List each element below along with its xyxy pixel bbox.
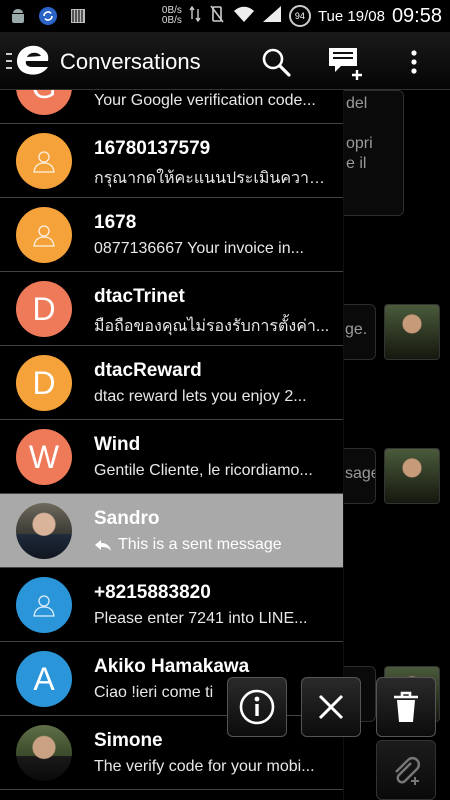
status-bar: 0B/s 0B/s 94 Tue 19/08 09:58 [0,0,450,32]
person-placeholder-icon[interactable] [16,577,72,633]
bg-photo [384,448,440,504]
vibrate-icon [208,4,226,29]
status-date: Tue 19/08 [317,7,385,25]
sync-icon [38,6,58,26]
person-placeholder-icon[interactable] [16,133,72,189]
letter-avatar[interactable]: A [16,651,72,707]
conversation-row[interactable]: 1678 0877136667 Your invoice in... [0,198,343,272]
trash-icon [394,691,418,722]
status-time: 09:58 [391,4,442,27]
contact-photo-avatar[interactable] [16,503,72,559]
conversation-row[interactable]: A Akiko Hamakawa Ciao !ieri come ti [0,642,343,716]
conversation-row[interactable]: W Wind Gentile Cliente, le ricordiamo... [0,420,343,494]
info-button[interactable] [227,677,287,737]
letter-avatar[interactable]: W [16,429,72,485]
battery-indicator: 94 [288,5,311,27]
conversation-snippet: Gentile Cliente, le ricordiamo... [94,462,313,479]
conversation-snippet: dtac reward lets you enjoy 2... [94,388,307,405]
search-icon[interactable] [256,42,296,82]
conversation-name: Akiko Hamakawa [94,656,250,677]
bg-photo [384,304,440,360]
letter-avatar[interactable]: D [16,281,72,337]
conversation-row[interactable]: 16780137579 กรุณากดให้คะแนนประเมินความพึง… [0,124,343,198]
overflow-menu-icon[interactable] [394,42,434,82]
new-message-icon[interactable] [326,42,366,82]
conversation-name: dtacReward [94,360,202,381]
conversation-name: 16780137579 [94,138,211,159]
conversation-row[interactable]: G Your Google verification code... [0,90,343,124]
bg-bubble-text: sage [345,465,375,482]
conversation-snippet: 0877136667 Your invoice in... [94,240,304,257]
conversation-row[interactable]: Sandro This is a sent message [0,494,343,568]
close-button[interactable] [301,677,361,737]
letter-avatar[interactable]: D [16,355,72,411]
conversation-name: Sandro [94,508,160,529]
attach-button[interactable] [376,740,436,800]
conversation-row[interactable]: +8215883820 Please enter 7241 into LINE..… [0,568,343,642]
conversation-name: Simone [94,730,163,751]
letter-avatar[interactable]: G [16,90,72,115]
snippet-text: This is a sent message [118,536,282,553]
conversation-name: +8215883820 [94,582,211,603]
conversation-name: Wind [94,434,141,455]
contact-photo-avatar[interactable] [16,725,72,781]
wifi-icon [233,5,255,28]
conversation-snippet: Ciao !ieri come ti [94,684,214,701]
conversation-row[interactable]: Simone The verify code for your mobi... [0,716,343,790]
bg-bubble-text: ge. [345,321,368,338]
app-logo-icon[interactable] [6,42,56,80]
android-icon [8,6,28,26]
conversation-row[interactable]: DdtacTrinet มือถือของคุณไม่รองรับการตั้งค… [0,272,343,346]
person-placeholder-icon[interactable] [16,207,72,263]
conversation-snippet: Your Google verification code... [94,92,316,109]
info-icon [239,689,275,725]
conversation-snippet: The verify code for your mobi... [94,758,315,775]
conversation-name: 1678 [94,212,137,233]
reply-sent-icon [94,536,118,553]
close-icon [318,694,344,720]
action-bar: Conversations [0,32,450,90]
conversation-snippet: มือถือของคุณไม่รองรับการตั้งค่า... [94,318,330,335]
bg-bubble-text: opri [346,135,373,152]
signal-icon [262,5,282,28]
barcode-icon [68,6,88,26]
delete-button[interactable] [376,677,436,737]
bg-bubble-text: e il [346,155,367,172]
conversation-snippet: กรุณากดให้คะแนนประเมินความพึงพอใจ [94,170,334,187]
conversation-list: G Your Google verification code... 1678013… [0,90,344,800]
bg-bubble-text: del [346,95,368,112]
app-title: Conversations [60,49,201,74]
data-arrows-icon [189,5,201,28]
network-speed: 0B/s 0B/s [162,6,182,26]
conversation-snippet: Please enter 7241 into LINE... [94,610,308,627]
conversation-snippet: This is a sent message [94,536,334,554]
speed-down: 0B/s [161,15,182,26]
conversation-name: dtacTrinet [94,286,185,307]
conversation-row[interactable]: DdtacReward dtac reward lets you enjoy 2.… [0,346,343,420]
paperclip-icon [395,757,420,785]
